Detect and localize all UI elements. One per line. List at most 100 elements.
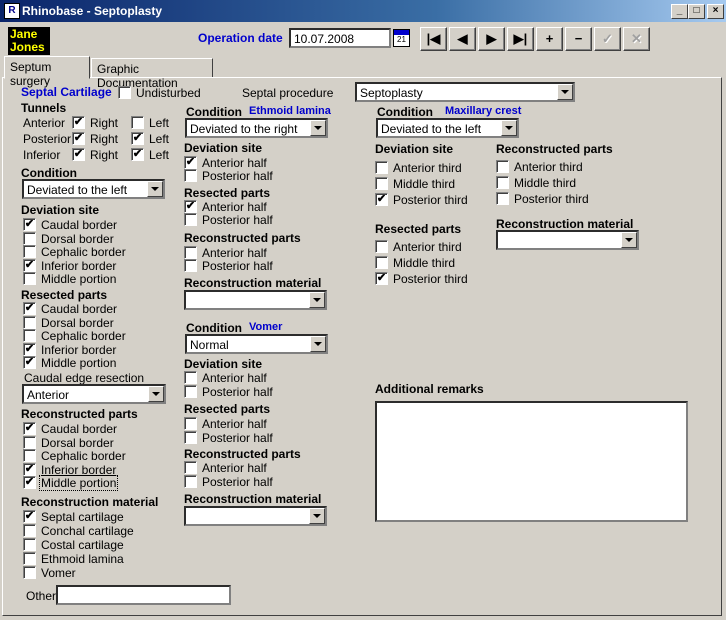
resected-caudal-checkbox[interactable]: ✔ — [23, 302, 36, 315]
ethmoid-reconstructed-anterior-label: Anterior half — [202, 246, 267, 260]
maxillary-material-select[interactable] — [496, 230, 639, 250]
other-input[interactable] — [56, 585, 231, 605]
ethmoid-deviation-posterior-checkbox[interactable] — [184, 169, 197, 182]
resected-inferior-checkbox[interactable]: ✔ — [23, 343, 36, 356]
vomer-deviation-anterior-checkbox[interactable] — [184, 371, 197, 384]
tunnel-left-label: Left — [149, 116, 170, 130]
ethmoid-resected-title: Resected parts — [184, 186, 271, 200]
calendar-icon[interactable]: 21 — [393, 29, 410, 47]
tunnel-anterior-left-checkbox[interactable] — [131, 116, 144, 129]
cancel-button[interactable]: ✕ — [623, 27, 650, 51]
prev-record-button[interactable]: ◀ — [449, 27, 476, 51]
ethmoid-material-select[interactable] — [184, 290, 327, 310]
deviation-cephalic-checkbox[interactable] — [23, 245, 36, 258]
resected-inferior-label: Inferior border — [41, 343, 117, 357]
septal-procedure-select[interactable]: Septoplasty — [355, 82, 575, 102]
maxillary-resected-posterior-label: Posterior third — [393, 272, 468, 286]
maxillary-reconstructed-anterior-checkbox[interactable] — [496, 160, 509, 173]
maxillary-condition-label: Condition — [377, 105, 433, 119]
deviation-dorsal-checkbox[interactable] — [23, 232, 36, 245]
material-ethmoid-checkbox[interactable] — [23, 552, 36, 565]
material-vomer-checkbox[interactable] — [23, 566, 36, 579]
tunnel-inferior-left-checkbox[interactable]: ✔ — [131, 148, 144, 161]
vomer-reconstructed-posterior-checkbox[interactable] — [184, 475, 197, 488]
material-septal-checkbox[interactable]: ✔ — [23, 510, 36, 523]
operation-date-input[interactable]: 10.07.2008 — [289, 28, 391, 48]
remarks-textarea[interactable] — [375, 401, 688, 522]
add-record-button[interactable]: + — [536, 27, 563, 51]
ethmoid-deviation-anterior-checkbox[interactable]: ✔ — [184, 156, 197, 169]
tunnel-right-label: Right — [90, 148, 119, 162]
ethmoid-resected-anterior-checkbox[interactable]: ✔ — [184, 200, 197, 213]
remarks-title: Additional remarks — [375, 382, 484, 396]
ethmoid-resected-posterior-checkbox[interactable] — [184, 213, 197, 226]
deviation-middle-checkbox[interactable] — [23, 272, 36, 285]
tab-septum-surgery[interactable]: Septum surgery — [4, 56, 90, 88]
vomer-reconstructed-anterior-checkbox[interactable] — [184, 461, 197, 474]
deviation-inferior-label: Inferior border — [41, 259, 117, 273]
vomer-resected-anterior-checkbox[interactable] — [184, 417, 197, 430]
vomer-resected-posterior-checkbox[interactable] — [184, 431, 197, 444]
septal-condition-select[interactable]: Deviated to the left — [22, 179, 165, 199]
vomer-title: Vomer — [249, 321, 283, 333]
vomer-deviation-title: Deviation site — [184, 357, 263, 371]
tunnel-posterior-right-checkbox[interactable]: ✔ — [72, 132, 85, 145]
tunnel-row-label: Anterior — [23, 116, 66, 130]
patient-name: Jane Jones — [8, 27, 50, 55]
maxillary-reconstructed-middle-checkbox[interactable] — [496, 176, 509, 189]
material-conchal-checkbox[interactable] — [23, 524, 36, 537]
close-button[interactable]: × — [707, 4, 724, 19]
reconstructed-middle-checkbox[interactable]: ✔ — [23, 476, 36, 489]
tunnel-anterior-right-checkbox[interactable]: ✔ — [72, 116, 85, 129]
tunnel-posterior-left-checkbox[interactable]: ✔ — [131, 132, 144, 145]
reconstructed-inferior-checkbox[interactable]: ✔ — [23, 463, 36, 476]
ethmoid-reconstructed-anterior-checkbox[interactable] — [184, 246, 197, 259]
first-record-button[interactable]: |◀ — [420, 27, 447, 51]
caudal-edge-label: Caudal edge resection — [24, 371, 145, 385]
resected-dorsal-checkbox[interactable] — [23, 316, 36, 329]
delete-record-button[interactable]: − — [565, 27, 592, 51]
ethmoid-condition-select[interactable]: Deviated to the right — [185, 118, 328, 138]
chevron-down-icon — [310, 120, 326, 136]
last-record-button[interactable]: ▶| — [507, 27, 534, 51]
tab-graphic-documentation[interactable]: Graphic Documentation — [91, 58, 213, 90]
other-label: Other — [26, 589, 57, 603]
material-costal-checkbox[interactable] — [23, 538, 36, 551]
vomer-resected-anterior-label: Anterior half — [202, 417, 267, 431]
maxillary-deviation-posterior-checkbox[interactable]: ✔ — [375, 193, 388, 206]
caudal-edge-select[interactable]: Anterior — [22, 384, 166, 404]
maxillary-reconstructed-posterior-checkbox[interactable] — [496, 192, 509, 205]
material-conchal-label: Conchal cartilage — [41, 524, 134, 538]
maxillary-condition-select[interactable]: Deviated to the left — [376, 118, 519, 138]
tunnel-inferior-right-checkbox[interactable]: ✔ — [72, 148, 85, 161]
vomer-condition-select[interactable]: Normal — [185, 334, 328, 354]
reconstructed-caudal-checkbox[interactable]: ✔ — [23, 422, 36, 435]
deviation-caudal-checkbox[interactable]: ✔ — [23, 218, 36, 231]
tunnel-row-label: Inferior — [23, 148, 61, 162]
maxillary-reconstructed-posterior-label: Posterior third — [514, 192, 589, 206]
resected-middle-checkbox[interactable]: ✔ — [23, 356, 36, 369]
app-icon: R — [4, 3, 20, 19]
maxillary-deviation-anterior-checkbox[interactable] — [375, 161, 388, 174]
ethmoid-reconstructed-posterior-checkbox[interactable] — [184, 259, 197, 272]
confirm-button[interactable]: ✓ — [594, 27, 621, 51]
maxillary-resected-anterior-checkbox[interactable] — [375, 240, 388, 253]
deviation-inferior-checkbox[interactable]: ✔ — [23, 259, 36, 272]
vomer-deviation-posterior-checkbox[interactable] — [184, 385, 197, 398]
maxillary-deviation-middle-checkbox[interactable] — [375, 177, 388, 190]
undisturbed-checkbox[interactable] — [118, 86, 131, 99]
next-record-button[interactable]: ▶ — [478, 27, 505, 51]
maxillary-resected-posterior-checkbox[interactable]: ✔ — [375, 272, 388, 285]
maximize-button[interactable]: □ — [688, 4, 705, 19]
material-costal-label: Costal cartilage — [41, 538, 124, 552]
minimize-button[interactable]: _ — [671, 4, 688, 19]
reconstructed-cephalic-checkbox[interactable] — [23, 449, 36, 462]
reconstructed-dorsal-checkbox[interactable] — [23, 436, 36, 449]
chevron-down-icon — [557, 84, 573, 100]
ethmoid-title: Ethmoid lamina — [249, 105, 331, 117]
maxillary-resected-middle-checkbox[interactable] — [375, 256, 388, 269]
ethmoid-deviation-anterior-label: Anterior half — [202, 156, 267, 170]
vomer-material-select[interactable] — [184, 506, 327, 526]
resected-cephalic-checkbox[interactable] — [23, 329, 36, 342]
reconstructed-caudal-label: Caudal border — [41, 422, 118, 436]
